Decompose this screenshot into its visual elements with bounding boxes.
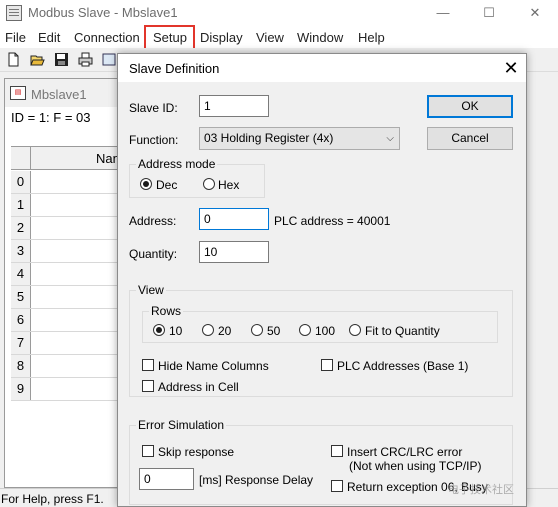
function-label: Function:: [129, 133, 179, 147]
hex-label: Hex: [218, 178, 240, 192]
watermark-text: 电子技术社区: [448, 484, 514, 496]
insert-crc-label: Insert CRC/LRC error: [347, 445, 463, 459]
cancel-button[interactable]: Cancel: [427, 127, 513, 150]
table-row[interactable]: 8: [11, 355, 131, 378]
address-mode-title: Address mode: [136, 157, 218, 171]
child-window-title: Mbslave1: [31, 87, 87, 102]
menu-connection[interactable]: Connection: [74, 30, 140, 45]
table-row[interactable]: 1: [11, 194, 131, 217]
insert-crc-checkbox[interactable]: [331, 445, 343, 457]
table-row[interactable]: 7: [11, 332, 131, 355]
hex-radio[interactable]: [203, 178, 215, 190]
table-row[interactable]: 9: [11, 378, 131, 401]
return-exception-checkbox[interactable]: [331, 480, 343, 492]
row-number: 5: [11, 286, 31, 308]
rows-50-label: 50: [267, 324, 281, 338]
menu-help[interactable]: Help: [358, 30, 385, 45]
rows-100-label: 100: [315, 324, 336, 338]
slave-id-input[interactable]: 1: [199, 95, 269, 117]
dialog-close-button[interactable]: ✕: [498, 56, 524, 80]
save-icon[interactable]: [54, 52, 69, 67]
function-select-value: 03 Holding Register (4x): [204, 131, 334, 145]
mbslave-child-window: ▤ Mbslave1 ID = 1: F = 03 Nan 0 1 2 3 4 …: [4, 78, 134, 488]
table-row[interactable]: 6: [11, 309, 131, 332]
view-title: View: [136, 283, 166, 297]
skip-response-checkbox[interactable]: [142, 445, 154, 457]
rows-10-radio[interactable]: [153, 324, 165, 336]
row-number: 3: [11, 240, 31, 262]
plc-addresses-checkbox[interactable]: [321, 359, 333, 371]
skip-response-label: Skip response: [158, 445, 235, 459]
quantity-label: Quantity:: [129, 247, 178, 261]
hide-name-columns-checkbox[interactable]: [142, 359, 154, 371]
grid-corner: [11, 147, 31, 169]
table-row[interactable]: 2: [11, 217, 131, 240]
row-number: 6: [11, 309, 31, 331]
table-row[interactable]: 5: [11, 286, 131, 309]
title-bar: Modbus Slave - Mbslave1 — ☐ ✕: [0, 0, 558, 26]
row-number: 1: [11, 194, 31, 216]
response-delay-input[interactable]: 0: [139, 468, 194, 490]
dialog-title-bar: Slave Definition ✕: [118, 54, 526, 82]
row-number: 2: [11, 217, 31, 239]
maximize-button[interactable]: ☐: [466, 0, 512, 26]
window-title: Modbus Slave - Mbslave1: [28, 5, 178, 20]
row-number: 0: [11, 171, 31, 193]
address-in-cell-checkbox[interactable]: [142, 380, 154, 392]
row-number: 9: [11, 378, 31, 400]
rows-title: Rows: [149, 304, 184, 318]
address-in-cell-label: Address in Cell: [158, 380, 239, 394]
status-text: For Help, press F1.: [1, 492, 104, 506]
rows-100-radio[interactable]: [299, 324, 311, 336]
menu-file[interactable]: File: [5, 30, 26, 45]
slave-id-summary: ID = 1: F = 03: [11, 110, 91, 125]
address-input[interactable]: 0: [199, 208, 269, 230]
rows-fit-label: Fit to Quantity: [365, 324, 440, 338]
menu-window[interactable]: Window: [297, 30, 343, 45]
menu-view[interactable]: View: [256, 30, 284, 45]
ok-button[interactable]: OK: [427, 95, 513, 118]
close-window-button[interactable]: ✕: [512, 0, 558, 26]
table-row[interactable]: 0: [11, 171, 131, 194]
row-number: 7: [11, 332, 31, 354]
open-icon[interactable]: [30, 52, 45, 67]
hide-name-columns-label: Hide Name Columns: [158, 359, 269, 373]
rows-10-label: 10: [169, 324, 183, 338]
plc-address-text: PLC address = 40001: [274, 214, 391, 228]
plc-addresses-label: PLC Addresses (Base 1): [337, 359, 469, 373]
rows-20-label: 20: [218, 324, 232, 338]
child-title-bar: ▤ Mbslave1: [5, 79, 133, 107]
minimize-button[interactable]: —: [420, 0, 466, 26]
address-label: Address:: [129, 214, 177, 228]
slave-definition-dialog: Slave Definition ✕ Slave ID: 1 OK Cancel…: [117, 53, 527, 507]
print-icon[interactable]: [78, 52, 93, 67]
new-icon[interactable]: [6, 52, 21, 67]
menu-display[interactable]: Display: [200, 30, 243, 45]
chevron-down-icon: ⌵: [386, 133, 394, 144]
menu-bar: File Edit Connection Setup Display View …: [0, 26, 558, 48]
response-delay-label: [ms] Response Delay: [199, 473, 314, 487]
menu-edit[interactable]: Edit: [38, 30, 60, 45]
rows-fit-radio[interactable]: [349, 324, 361, 336]
table-row[interactable]: 4: [11, 263, 131, 286]
setup-highlight-box: [144, 25, 195, 50]
rows-20-radio[interactable]: [202, 324, 214, 336]
dialog-title: Slave Definition: [129, 61, 220, 76]
row-number: 8: [11, 355, 31, 377]
error-simulation-title: Error Simulation: [136, 418, 227, 432]
function-select[interactable]: 03 Holding Register (4x) ⌵: [199, 127, 400, 150]
quantity-input[interactable]: 10: [199, 241, 269, 263]
rows-50-radio[interactable]: [251, 324, 263, 336]
dec-label: Dec: [156, 178, 178, 192]
row-number: 4: [11, 263, 31, 285]
slave-id-label: Slave ID:: [129, 101, 178, 115]
table-row[interactable]: 3: [11, 240, 131, 263]
grid-header: Nan: [11, 146, 131, 170]
app-icon: [6, 5, 22, 21]
connect-icon[interactable]: [102, 52, 117, 67]
document-icon: ▤: [10, 86, 26, 100]
dec-radio[interactable]: [140, 178, 152, 190]
insert-crc-note: (Not when using TCP/IP): [349, 459, 482, 473]
